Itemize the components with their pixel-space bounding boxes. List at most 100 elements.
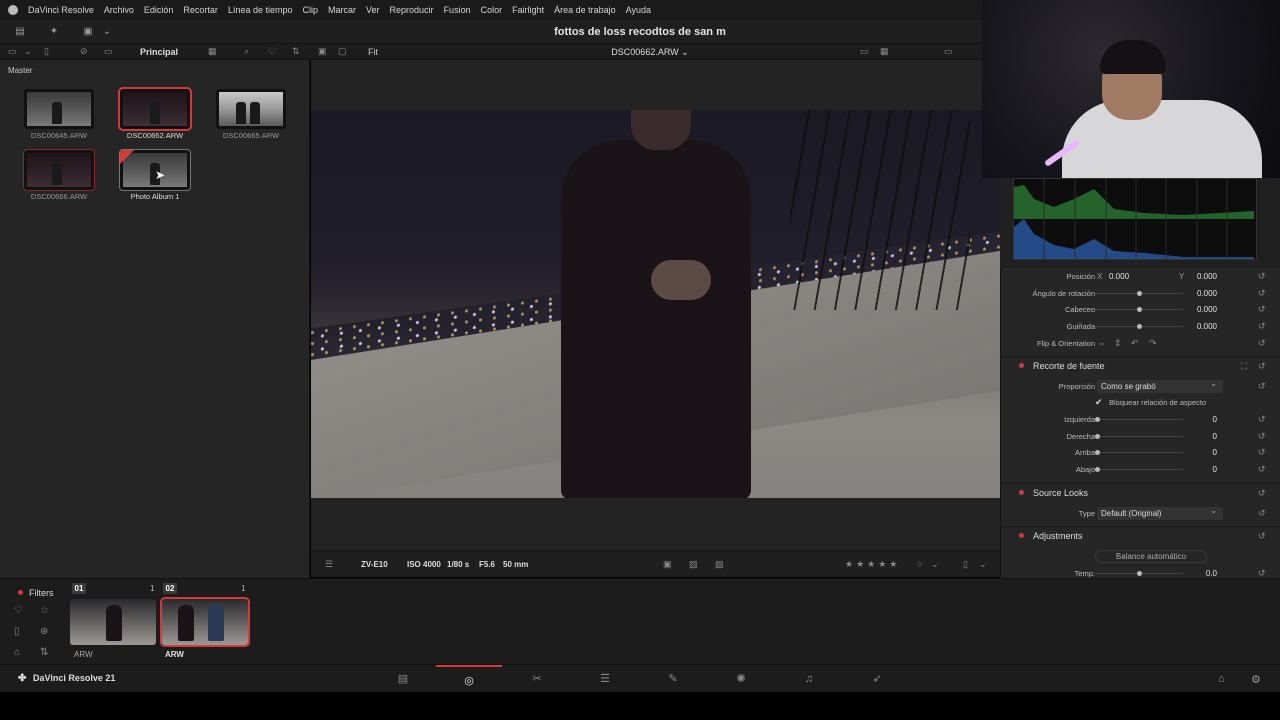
photo-page-icon[interactable]: ◎: [436, 665, 502, 693]
enable-toggle-icon[interactable]: [1019, 533, 1024, 538]
panel-toggle-icon[interactable]: ▭: [8, 46, 17, 57]
reset-icon[interactable]: ↺: [1258, 431, 1266, 442]
thumbnail-dsc00666[interactable]: [23, 149, 95, 191]
menu-archivo[interactable]: Archivo: [104, 5, 134, 15]
menu-ver[interactable]: Ver: [366, 5, 380, 15]
reset-icon[interactable]: ↺: [1258, 361, 1266, 372]
flip-horizontal-icon[interactable]: ⇔: [1097, 338, 1106, 348]
reset-icon[interactable]: ↺: [1258, 488, 1266, 499]
image-compare-icon[interactable]: ▣: [663, 559, 672, 570]
menu-fairlight[interactable]: Fairlight: [512, 5, 544, 15]
image-icon[interactable]: ▣: [82, 26, 94, 38]
file-icon[interactable]: ▯: [44, 46, 49, 57]
image-icon[interactable]: ▨: [689, 559, 698, 570]
timeline-clip-1[interactable]: [70, 599, 156, 645]
thumbnail-dsc00662[interactable]: [118, 87, 192, 131]
sort-icon[interactable]: ⇅: [292, 46, 300, 57]
auto-balance-button[interactable]: Balance automático: [1095, 550, 1207, 563]
enable-toggle-icon[interactable]: [1019, 363, 1024, 368]
reset-icon[interactable]: ↺: [1258, 464, 1266, 475]
chevron-down-icon[interactable]: ⌄: [979, 559, 987, 570]
rating-stars-icon[interactable]: ★★★★★: [845, 559, 900, 570]
media-pool-toggle-icon[interactable]: ▤: [14, 26, 26, 38]
pitch-field[interactable]: 0.000: [1187, 305, 1217, 314]
grid-view-icon[interactable]: ▦: [208, 46, 217, 57]
bookmark-filter-icon[interactable]: ▯: [14, 626, 20, 637]
fusion-page-icon[interactable]: ✎: [640, 665, 706, 693]
reset-icon[interactable]: ↺: [1258, 288, 1266, 299]
cut-page-icon[interactable]: ✂: [504, 665, 570, 693]
reset-icon[interactable]: ↺: [1258, 271, 1266, 282]
home-icon[interactable]: ⌂: [1218, 673, 1225, 685]
look-type-dropdown[interactable]: Default (Original): [1097, 506, 1223, 520]
menu-ayuda[interactable]: Ayuda: [626, 5, 651, 15]
flip-vertical-icon[interactable]: ⇕: [1114, 338, 1122, 349]
menu-clip[interactable]: Clip: [302, 5, 318, 15]
pitch-slider[interactable]: [1095, 307, 1183, 312]
tag-filter-icon[interactable]: ⌂: [14, 647, 20, 658]
apple-menu-icon[interactable]: [8, 5, 18, 15]
link-icon[interactable]: ⊘: [80, 46, 88, 57]
thumbnail-dsc00665[interactable]: [216, 89, 286, 129]
crop-right-slider[interactable]: [1095, 434, 1183, 439]
proportion-dropdown[interactable]: Como se grabó: [1097, 379, 1223, 393]
favorite-filter-icon[interactable]: ♡: [14, 605, 23, 616]
reset-icon[interactable]: ↺: [1258, 321, 1266, 332]
position-x-field[interactable]: 0.000: [1109, 272, 1129, 281]
viewer[interactable]: [311, 60, 1000, 550]
crop-right-field[interactable]: 0: [1187, 432, 1217, 441]
reset-icon[interactable]: ↺: [1258, 531, 1266, 542]
chevron-down-icon[interactable]: ⌄: [931, 559, 939, 570]
crop-bottom-field[interactable]: 0: [1187, 465, 1217, 474]
grid-layout-icon[interactable]: ▦: [880, 46, 889, 57]
adjustments-header[interactable]: Adjustments ↺: [1001, 526, 1280, 546]
deliver-page-icon[interactable]: ➶: [844, 665, 910, 693]
menu-recortar[interactable]: Recortar: [183, 5, 218, 15]
effects-wand-icon[interactable]: ✦: [48, 26, 60, 38]
source-looks-header[interactable]: Source Looks ↺: [1001, 483, 1280, 503]
crop-left-slider[interactable]: [1095, 417, 1183, 422]
settings-sliders-icon[interactable]: ☰: [325, 559, 333, 570]
gear-icon[interactable]: ⚙: [1251, 673, 1261, 686]
crop-left-field[interactable]: 0: [1187, 415, 1217, 424]
rotate-left-icon[interactable]: ↶: [1131, 338, 1139, 349]
reset-icon[interactable]: ↺: [1258, 338, 1266, 349]
crop-top-slider[interactable]: [1095, 450, 1183, 455]
marker-icon[interactable]: ▯: [963, 559, 968, 570]
thumbnail-dsc00645[interactable]: [24, 89, 94, 129]
chevron-down-icon[interactable]: ⌄: [101, 26, 113, 38]
timeline-clip-2[interactable]: [160, 597, 250, 647]
image-remove-icon[interactable]: ▧: [715, 559, 724, 570]
reset-icon[interactable]: ↺: [1258, 508, 1266, 519]
menu-linea-de-tiempo[interactable]: Línea de tiempo: [228, 5, 293, 15]
compare-icon[interactable]: ▢: [338, 46, 347, 57]
current-clip-name[interactable]: DSC00662.ARW ⌄: [590, 47, 710, 58]
chevron-down-icon[interactable]: ⌄: [24, 46, 32, 57]
fairlight-page-icon[interactable]: ♫: [776, 665, 842, 693]
yaw-slider[interactable]: [1095, 324, 1183, 329]
rotation-slider[interactable]: [1095, 291, 1183, 296]
crop-top-field[interactable]: 0: [1187, 448, 1217, 457]
display-icon[interactable]: ▭: [944, 46, 953, 57]
menu-marcar[interactable]: Marcar: [328, 5, 356, 15]
menu-color[interactable]: Color: [481, 5, 503, 15]
search-icon[interactable]: ⌕: [244, 46, 249, 57]
zoom-select[interactable]: Fit: [368, 47, 378, 57]
image-icon[interactable]: ▭: [104, 46, 113, 57]
yaw-field[interactable]: 0.000: [1187, 322, 1217, 331]
crop-bottom-slider[interactable]: [1095, 467, 1183, 472]
crop-section-header[interactable]: Recorte de fuente ⛶ ↺: [1001, 356, 1280, 376]
master-bin-label[interactable]: Master: [8, 66, 32, 75]
menu-reproducir[interactable]: Reproducir: [390, 5, 434, 15]
menu-fusion[interactable]: Fusion: [444, 5, 471, 15]
star-filter-icon[interactable]: ☆: [40, 605, 49, 616]
menu-app[interactable]: DaVinci Resolve: [28, 5, 94, 15]
viewer-mode-icon[interactable]: ▣: [318, 46, 327, 57]
reset-icon[interactable]: ↺: [1258, 447, 1266, 458]
single-view-icon[interactable]: ▭: [860, 46, 869, 57]
crop-expand-icon[interactable]: ⛶: [1241, 361, 1247, 372]
sort-filter-icon[interactable]: ⇅: [40, 647, 48, 658]
menu-edicion[interactable]: Edición: [144, 5, 174, 15]
lock-aspect-checkbox[interactable]: ✔: [1095, 397, 1103, 408]
reset-icon[interactable]: ↺: [1258, 414, 1266, 425]
